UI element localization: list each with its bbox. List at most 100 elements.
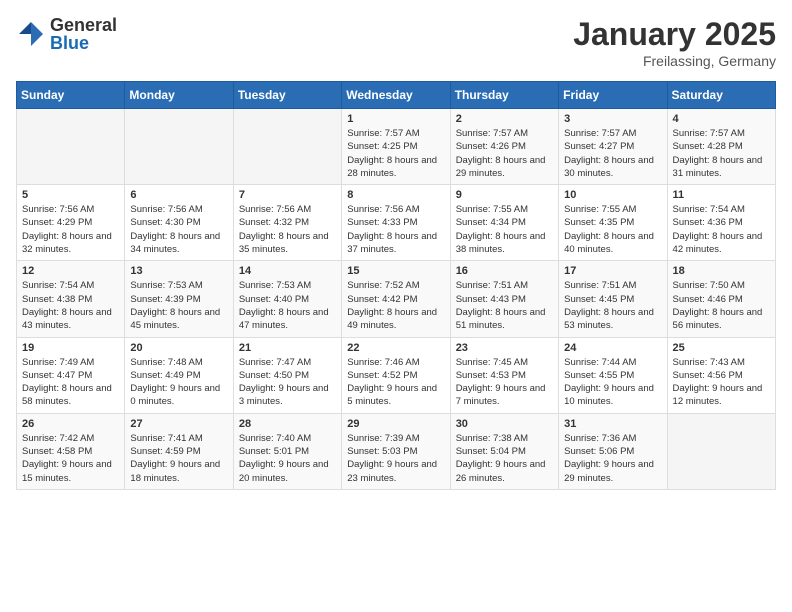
calendar-header-row: SundayMondayTuesdayWednesdayThursdayFrid… [17, 82, 776, 109]
day-number: 31 [564, 418, 661, 430]
day-number: 1 [347, 113, 444, 125]
day-number: 3 [564, 113, 661, 125]
calendar-week-row: 26Sunrise: 7:42 AM Sunset: 4:58 PM Dayli… [17, 413, 776, 489]
calendar-week-row: 5 Sunrise: 7:56 AM Sunset: 4:29 PM Daylig… [17, 185, 776, 261]
column-header-monday: Monday [125, 82, 233, 109]
day-info: Sunrise: 7:54 AM Sunset: 4:36 PM Dayligh… [673, 203, 770, 256]
day-info: Sunrise: 7:38 AM Sunset: 5:04 PM Dayligh… [456, 432, 553, 485]
day-number: 15 [347, 265, 444, 277]
calendar-cell: 15 Sunrise: 7:52 AM Sunset: 4:42 PM Dayli… [342, 261, 450, 337]
day-number: 30 [456, 418, 553, 430]
day-number: 22 [347, 342, 444, 354]
day-info: Sunrise: 7:54 AM Sunset: 4:38 PM Dayligh… [22, 279, 119, 332]
calendar-cell: 9 Sunrise: 7:55 AM Sunset: 4:34 PM Daylig… [450, 185, 558, 261]
day-number: 20 [130, 342, 227, 354]
day-number: 14 [239, 265, 336, 277]
day-number: 13 [130, 265, 227, 277]
day-info: Sunrise: 7:52 AM Sunset: 4:42 PM Dayligh… [347, 279, 444, 332]
calendar-cell: 1 Sunrise: 7:57 AM Sunset: 4:25 PM Daylig… [342, 109, 450, 185]
day-info: Sunrise: 7:56 AM Sunset: 4:30 PM Dayligh… [130, 203, 227, 256]
column-header-friday: Friday [559, 82, 667, 109]
logo-text: General Blue [50, 16, 117, 52]
column-header-thursday: Thursday [450, 82, 558, 109]
day-info: Sunrise: 7:44 AM Sunset: 4:55 PM Dayligh… [564, 356, 661, 409]
calendar-cell: 19 Sunrise: 7:49 AM Sunset: 4:47 PM Dayli… [17, 337, 125, 413]
calendar-week-row: 1 Sunrise: 7:57 AM Sunset: 4:25 PM Daylig… [17, 109, 776, 185]
day-number: 29 [347, 418, 444, 430]
calendar-week-row: 12 Sunrise: 7:54 AM Sunset: 4:38 PM Dayli… [17, 261, 776, 337]
day-info: Sunrise: 7:57 AM Sunset: 4:25 PM Dayligh… [347, 127, 444, 180]
day-number: 9 [456, 189, 553, 201]
day-info: Sunrise: 7:51 AM Sunset: 4:45 PM Dayligh… [564, 279, 661, 332]
day-info: Sunrise: 7:57 AM Sunset: 4:28 PM Dayligh… [673, 127, 770, 180]
logo-blue-text: Blue [50, 34, 117, 52]
calendar-cell: 31 Sunrise: 7:36 AM Sunset: 5:06 PM Dayli… [559, 413, 667, 489]
page-header: General Blue January 2025 Freilassing, G… [16, 16, 776, 69]
day-number: 27 [130, 418, 227, 430]
day-info: Sunrise: 7:55 AM Sunset: 4:35 PM Dayligh… [564, 203, 661, 256]
day-number: 12 [22, 265, 119, 277]
day-info: Sunrise: 7:53 AM Sunset: 4:39 PM Dayligh… [130, 279, 227, 332]
day-number: 4 [673, 113, 770, 125]
calendar-cell: 16 Sunrise: 7:51 AM Sunset: 4:43 PM Dayli… [450, 261, 558, 337]
day-info: Sunrise: 7:48 AM Sunset: 4:49 PM Dayligh… [130, 356, 227, 409]
day-info: Sunrise: 7:51 AM Sunset: 4:43 PM Dayligh… [456, 279, 553, 332]
day-number: 5 [22, 189, 119, 201]
day-number: 25 [673, 342, 770, 354]
day-number: 28 [239, 418, 336, 430]
day-info: Sunrise: 7:55 AM Sunset: 4:34 PM Dayligh… [456, 203, 553, 256]
calendar-cell: 24 Sunrise: 7:44 AM Sunset: 4:55 PM Dayli… [559, 337, 667, 413]
calendar-cell: 4 Sunrise: 7:57 AM Sunset: 4:28 PM Daylig… [667, 109, 775, 185]
calendar-cell: 27 Sunrise: 7:41 AM Sunset: 4:59 PM Dayli… [125, 413, 233, 489]
logo-general-text: General [50, 16, 117, 34]
day-number: 6 [130, 189, 227, 201]
calendar-cell: 11 Sunrise: 7:54 AM Sunset: 4:36 PM Dayli… [667, 185, 775, 261]
column-header-wednesday: Wednesday [342, 82, 450, 109]
title-block: January 2025 Freilassing, Germany [573, 16, 776, 69]
month-title: January 2025 [573, 16, 776, 53]
day-info: Sunrise: 7:36 AM Sunset: 5:06 PM Dayligh… [564, 432, 661, 485]
calendar-cell: 30 Sunrise: 7:38 AM Sunset: 5:04 PM Dayli… [450, 413, 558, 489]
day-number: 7 [239, 189, 336, 201]
day-number: 21 [239, 342, 336, 354]
calendar-cell: 22Sunrise: 7:46 AM Sunset: 4:52 PM Dayli… [342, 337, 450, 413]
day-number: 10 [564, 189, 661, 201]
day-number: 24 [564, 342, 661, 354]
calendar-cell: 5 Sunrise: 7:56 AM Sunset: 4:29 PM Daylig… [17, 185, 125, 261]
calendar-cell: 29 Sunrise: 7:39 AM Sunset: 5:03 PM Dayli… [342, 413, 450, 489]
day-info: Sunrise: 7:57 AM Sunset: 4:27 PM Dayligh… [564, 127, 661, 180]
day-number: 23 [456, 342, 553, 354]
calendar-cell: 12 Sunrise: 7:54 AM Sunset: 4:38 PM Dayli… [17, 261, 125, 337]
day-info: Sunrise: 7:53 AM Sunset: 4:40 PM Dayligh… [239, 279, 336, 332]
calendar-cell: 2Sunrise: 7:57 AM Sunset: 4:26 PM Daylig… [450, 109, 558, 185]
day-info: Sunrise: 7:56 AM Sunset: 4:29 PM Dayligh… [22, 203, 119, 256]
calendar-cell: 14 Sunrise: 7:53 AM Sunset: 4:40 PM Dayli… [233, 261, 341, 337]
day-info: Sunrise: 7:40 AM Sunset: 5:01 PM Dayligh… [239, 432, 336, 485]
calendar-cell: 25 Sunrise: 7:43 AM Sunset: 4:56 PM Dayli… [667, 337, 775, 413]
calendar-cell: 13 Sunrise: 7:53 AM Sunset: 4:39 PM Dayli… [125, 261, 233, 337]
calendar-week-row: 19 Sunrise: 7:49 AM Sunset: 4:47 PM Dayli… [17, 337, 776, 413]
day-info: Sunrise: 7:49 AM Sunset: 4:47 PM Dayligh… [22, 356, 119, 409]
calendar-cell: 6 Sunrise: 7:56 AM Sunset: 4:30 PM Daylig… [125, 185, 233, 261]
day-number: 2 [456, 113, 553, 125]
day-info: Sunrise: 7:43 AM Sunset: 4:56 PM Dayligh… [673, 356, 770, 409]
day-info: Sunrise: 7:41 AM Sunset: 4:59 PM Dayligh… [130, 432, 227, 485]
day-number: 16 [456, 265, 553, 277]
calendar-cell: 26Sunrise: 7:42 AM Sunset: 4:58 PM Dayli… [17, 413, 125, 489]
day-number: 19 [22, 342, 119, 354]
logo: General Blue [16, 16, 117, 52]
calendar-cell: 7Sunrise: 7:56 AM Sunset: 4:32 PM Daylig… [233, 185, 341, 261]
calendar-cell [17, 109, 125, 185]
day-number: 11 [673, 189, 770, 201]
calendar-cell: 17 Sunrise: 7:51 AM Sunset: 4:45 PM Dayli… [559, 261, 667, 337]
day-info: Sunrise: 7:56 AM Sunset: 4:33 PM Dayligh… [347, 203, 444, 256]
calendar-cell: 3 Sunrise: 7:57 AM Sunset: 4:27 PM Daylig… [559, 109, 667, 185]
location: Freilassing, Germany [573, 53, 776, 69]
logo-icon [16, 19, 46, 49]
column-header-tuesday: Tuesday [233, 82, 341, 109]
day-number: 18 [673, 265, 770, 277]
day-number: 17 [564, 265, 661, 277]
calendar-cell: 18Sunrise: 7:50 AM Sunset: 4:46 PM Dayli… [667, 261, 775, 337]
day-info: Sunrise: 7:39 AM Sunset: 5:03 PM Dayligh… [347, 432, 444, 485]
day-info: Sunrise: 7:45 AM Sunset: 4:53 PM Dayligh… [456, 356, 553, 409]
